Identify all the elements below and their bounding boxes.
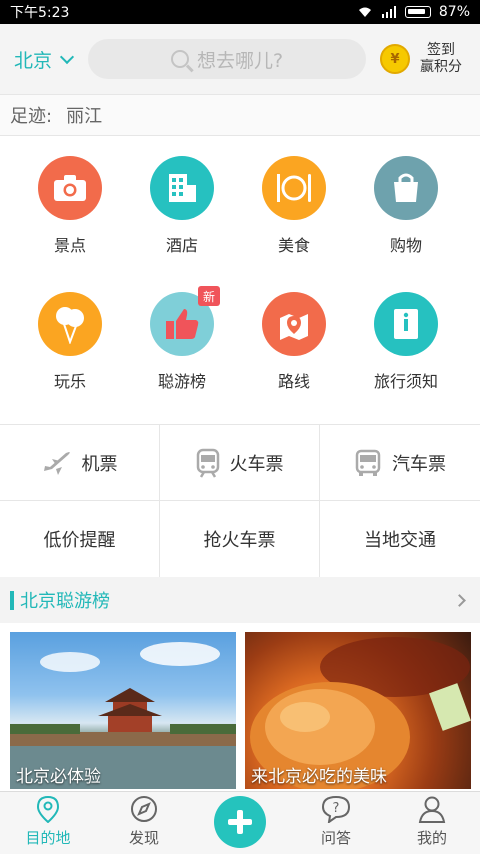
signin-label: 签到: [427, 42, 455, 58]
flight-ticket-button[interactable]: 机票: [0, 425, 160, 501]
ticket-grid: 机票 火车票 汽车票 低价提醒 抢火车票 当地交通: [0, 424, 480, 578]
footprint-bar[interactable]: 足迹: 丽江: [0, 94, 480, 136]
nav-mine[interactable]: 我的: [384, 792, 480, 854]
status-icons: 87%: [357, 4, 470, 20]
city-selector[interactable]: 北京: [0, 46, 88, 73]
battery-percent: 87%: [438, 4, 470, 20]
wifi-icon: [358, 7, 371, 17]
category-label: 景点: [53, 236, 86, 255]
experience-card[interactable]: 北京必体验: [10, 632, 236, 789]
ticket-label: 火车票: [229, 453, 284, 475]
category-food[interactable]: 美食: [238, 136, 350, 272]
footprint-label: 足迹:: [10, 106, 53, 127]
category-label: 旅行须知: [373, 372, 438, 391]
map-route-icon: [262, 292, 326, 356]
nav-qa[interactable]: ? 问答: [288, 792, 384, 854]
header: 北京 想去哪儿? ¥ 签到 赢积分: [0, 24, 480, 94]
category-grid: 景点 酒店 美食 购物 玩乐 新 聪游榜 路线 旅行须知: [0, 136, 480, 424]
user-icon: [418, 794, 446, 824]
nav-destination[interactable]: 目的地: [0, 792, 96, 854]
chevron-right-icon: [453, 593, 466, 607]
thumbs-up-icon: 新: [150, 286, 220, 356]
question-bubble-icon: ?: [321, 794, 351, 824]
nav-discover[interactable]: 发现: [96, 792, 192, 854]
grab-train-ticket-button[interactable]: 抢火车票: [160, 501, 320, 578]
bottom-nav: 目的地 发现 ? 问答 我的: [0, 791, 480, 854]
ticket-label: 当地交通: [364, 530, 436, 551]
location-pin-icon: [36, 794, 60, 824]
signin-button[interactable]: ¥ 签到 赢积分: [380, 42, 462, 76]
category-sights[interactable]: 景点: [14, 136, 126, 272]
hotel-icon: [150, 156, 214, 220]
nav-label: 我的: [416, 829, 447, 847]
footprint-place[interactable]: 丽江: [66, 102, 102, 128]
earn-points-label: 赢积分: [420, 59, 462, 75]
category-label: 聪游榜: [157, 372, 206, 391]
battery-icon: [404, 6, 431, 18]
category-label: 购物: [389, 236, 422, 255]
camera-icon: [38, 156, 102, 220]
search-placeholder: 想去哪儿?: [196, 49, 284, 72]
bus-ticket-button[interactable]: 汽车票: [320, 425, 480, 501]
category-label: 路线: [277, 372, 310, 391]
price-alert-button[interactable]: 低价提醒: [0, 501, 160, 578]
nav-label: 发现: [128, 829, 159, 847]
category-hotel[interactable]: 酒店: [126, 136, 238, 272]
train-icon: [196, 448, 219, 478]
city-label: 北京: [14, 49, 53, 72]
info-book-icon: [374, 292, 438, 356]
status-time: 下午5:23: [10, 5, 70, 21]
category-label: 酒店: [165, 236, 198, 255]
plus-icon: [214, 796, 266, 848]
search-icon: [170, 50, 189, 68]
card-caption: 来北京必吃的美味: [251, 767, 387, 787]
chevron-down-icon: [59, 49, 75, 64]
ticket-label: 抢火车票: [203, 530, 276, 551]
ranking-cards: 北京必体验 来北京必吃的美味: [0, 623, 480, 791]
category-label: 美食: [277, 236, 310, 255]
food-card[interactable]: 来北京必吃的美味: [245, 632, 471, 789]
coin-icon: ¥: [380, 44, 410, 74]
category-fun[interactable]: 玩乐: [14, 272, 126, 408]
local-transport-button[interactable]: 当地交通: [320, 501, 480, 578]
signal-icon: [381, 6, 396, 18]
food-icon: [262, 156, 326, 220]
search-input[interactable]: 想去哪儿?: [88, 39, 366, 79]
ranking-section-header[interactable]: 北京聪游榜: [0, 577, 480, 623]
ticket-label: 低价提醒: [43, 530, 116, 551]
status-bar: 下午5:23 87%: [0, 0, 480, 24]
nav-label: 目的地: [25, 829, 71, 847]
section-accent-bar: [10, 590, 14, 610]
category-ranking[interactable]: 新 聪游榜: [126, 272, 238, 408]
nav-label: 问答: [320, 829, 351, 847]
compass-icon: [130, 794, 158, 824]
svg-text:?: ?: [333, 801, 340, 816]
nav-add[interactable]: [192, 792, 288, 854]
ticket-label: 汽车票: [392, 453, 446, 475]
shopping-bag-icon: [374, 156, 438, 220]
train-ticket-button[interactable]: 火车票: [160, 425, 320, 501]
category-label: 玩乐: [53, 372, 86, 391]
category-route[interactable]: 路线: [238, 272, 350, 408]
card-caption: 北京必体验: [16, 767, 101, 787]
bus-icon: [355, 449, 381, 476]
new-badge: 新: [198, 286, 220, 306]
ticket-label: 机票: [81, 453, 118, 475]
category-shopping[interactable]: 购物: [350, 136, 462, 272]
section-title: 北京聪游榜: [20, 591, 110, 612]
balloon-icon: [38, 292, 102, 356]
plane-icon: [43, 451, 70, 475]
category-travel-info[interactable]: 旅行须知: [350, 272, 462, 408]
